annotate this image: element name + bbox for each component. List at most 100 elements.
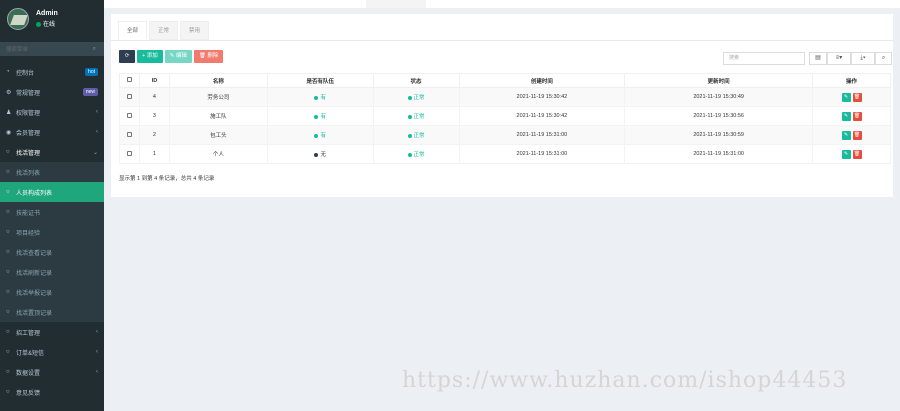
status-dot-icon [407,95,412,100]
edit-button[interactable]: ✎ 编辑 [164,49,192,63]
tab-normal[interactable]: 正常 [149,21,179,40]
delete-row-button[interactable]: 🗑 [852,111,862,121]
delete-button[interactable]: 🗑 删除 [193,49,224,63]
sidebar-item-data-settings[interactable]: ○ 数据设置 ‹ [0,362,104,382]
column-header[interactable]: 状态 [372,73,460,88]
cell-id: 4 [138,87,170,107]
column-header[interactable]: 创建时间 [458,73,626,88]
refresh-button[interactable]: ⟳ [119,49,135,63]
sidebar-subitem[interactable]: ○ 技能证书 [0,202,104,222]
export-dropdown-icon: ⤓▾ [860,55,866,61]
column-header[interactable]: 名称 [168,73,268,88]
menu-search-input[interactable]: 搜索菜单 [6,45,28,53]
cell-actions: ✎ 🗑 [812,125,891,145]
sidebar-subitem[interactable]: ○ 项目经验 [0,222,104,242]
status-dot-icon [407,152,412,157]
row-checkbox[interactable] [126,112,132,118]
sidebar-item-recruit[interactable]: ○ 招工管理 ‹ [0,322,104,342]
sidebar-subitem[interactable]: ○ 找活置顶记录 [0,302,104,322]
cell-id: 3 [138,106,170,126]
circle-icon: ○ [6,249,10,255]
columns-button[interactable]: ≡▾ [827,52,851,65]
circle-icon: ○ [6,389,10,395]
sidebar-item-general[interactable]: ⚙ 常规管理 new [0,82,104,102]
sidebar-subitem[interactable]: ○ 找活举报记录 [0,282,104,302]
cell-actions: ✎ 🗑 [812,106,891,126]
tab-disabled[interactable]: 禁用 [180,21,210,40]
table-search-input[interactable]: 搜索 [723,52,805,65]
cell-status: 正常 [372,125,460,145]
edit-row-button[interactable]: ✎ [841,130,851,140]
row-checkbox[interactable] [126,131,132,137]
search-icon[interactable]: ⌕ [93,46,96,53]
cell-created: 2021-11-19 15:30:42 [458,106,626,126]
sidebar-item-dashboard[interactable]: ◔ 控制台 hot [0,62,104,82]
add-button[interactable]: + 添加 [137,49,163,63]
delete-row-button[interactable]: 🗑 [852,130,862,140]
circle-icon: ○ [6,149,10,155]
select-all-checkbox[interactable] [126,77,132,82]
status-dot-icon [407,133,412,138]
tab-all[interactable]: 全部 [118,21,148,40]
pagination-summary: 显示第 1 到第 4 条记录，总共 4 条记录 [119,176,215,182]
circle-icon: ○ [6,349,10,355]
row-checkbox[interactable] [126,150,132,156]
content-panel: 全部 正常 禁用 ⟳ + 添加 ✎ 编辑 🗑 删除 搜索 ▤ ≡▾ ⤓▾ ⌕ I… [111,14,893,197]
chevron-left-icon: ‹ [96,369,98,375]
team-dot-icon [314,152,319,157]
delete-row-button[interactable]: 🗑 [852,92,862,102]
sidebar-subitem-active[interactable]: ○ 人员构成列表 [0,182,104,202]
sidebar-subitem[interactable]: ○ 找活刷新记录 [0,262,104,282]
cell-status: 正常 [372,144,460,164]
user-circle-icon: ◉ [6,129,12,136]
circle-icon: ○ [6,289,10,295]
column-header[interactable]: 是否有队伍 [266,73,374,88]
circle-icon: ○ [6,309,10,315]
sidebar-item-member[interactable]: ◉ 会员管理 ‹ [0,122,104,142]
cell-updated: 2021-11-19 15:30:59 [624,125,814,145]
avatar[interactable] [7,8,29,30]
search-icon: ⌕ [881,55,886,61]
row-checkbox[interactable] [126,93,132,99]
sidebar-subitem[interactable]: ○ 找活列表 [0,162,104,182]
table-row[interactable]: 4 劳务公司 有 正常 2021-11-19 15:30:42 2021-11-… [119,87,891,107]
edit-row-button[interactable]: ✎ [841,149,851,159]
chevron-left-icon: ‹ [96,329,98,335]
table-row[interactable]: 3 施工队 有 正常 2021-11-19 15:30:42 2021-11-1… [119,106,891,126]
cell-updated: 2021-11-19 15:30:56 [624,106,814,126]
circle-icon: ○ [6,209,10,215]
table-icon: ▤ [815,55,821,61]
cell-name: 个人 [168,144,268,164]
group-icon: ♟ [6,109,12,116]
cell-id: 2 [138,125,170,145]
chevron-left-icon: ‹ [96,129,98,135]
sidebar-subitem[interactable]: ○ 找活查看记录 [0,242,104,262]
sidebar-item-orders[interactable]: ○ 订单&短信 ‹ [0,342,104,362]
table-row[interactable]: 1 个人 无 正常 2021-11-19 15:31:00 2021-11-19… [119,144,891,164]
sidebar: Admin 在线 搜索菜单 ⌕ ◔ 控制台 hot ⚙ 常规管理 new ♟ 权限管理 ‹ … [0,0,104,411]
user-status: 在线 [36,19,58,28]
table-view-button[interactable]: ▤ [809,52,827,65]
edit-row-button[interactable]: ✎ [841,111,851,121]
team-dot-icon [314,95,319,100]
menu-search[interactable]: 搜索菜单 ⌕ [0,42,104,56]
dashboard-icon: ◔ [6,69,10,75]
sidebar-item-feedback[interactable]: ○ 意见反馈 [0,382,104,402]
cell-created: 2021-11-19 15:31:00 [458,144,626,164]
cell-team: 有 [266,125,374,145]
delete-row-button[interactable]: 🗑 [852,149,862,159]
team-dot-icon [314,133,319,138]
column-header[interactable]: ID [138,73,170,88]
export-button[interactable]: ⤓▾ [851,52,875,65]
select-all-header [119,73,140,88]
sidebar-item-job[interactable]: ○ 找活管理 ⌄ [0,142,104,162]
user-name: Admin [36,10,58,17]
sidebar-item-auth[interactable]: ♟ 权限管理 ‹ [0,102,104,122]
edit-row-button[interactable]: ✎ [841,92,851,102]
circle-icon: ○ [6,369,10,375]
column-header[interactable]: 更新时间 [624,73,814,88]
table-row[interactable]: 2 包工头 有 正常 2021-11-19 15:31:00 2021-11-1… [119,125,891,145]
filter-tabs: 全部 正常 禁用 [111,14,893,41]
new-badge: new [82,88,98,96]
advanced-search-button[interactable]: ⌕ [875,52,892,65]
